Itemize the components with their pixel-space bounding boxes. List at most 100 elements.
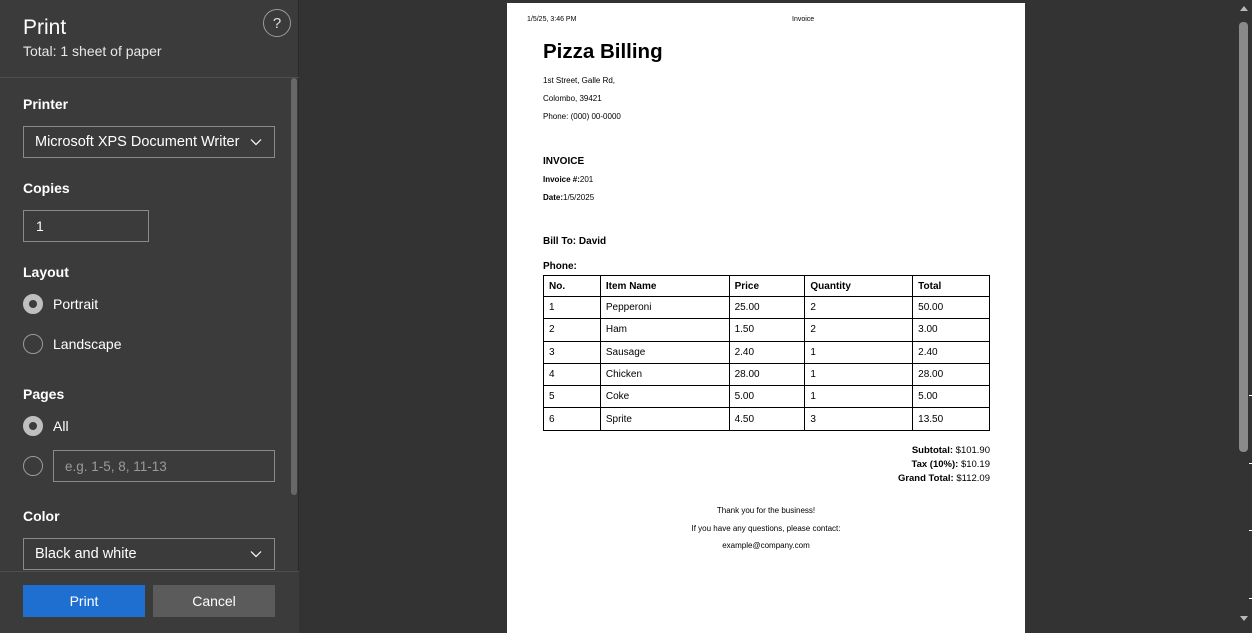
pages-range-input[interactable]: e.g. 1-5, 8, 11-13	[53, 450, 275, 482]
portrait-label: Portrait	[53, 296, 99, 312]
customer-phone-label: Phone:	[543, 261, 577, 272]
table-cell: Coke	[599, 385, 730, 409]
grand-total-label: Grand Total:	[897, 473, 954, 484]
table-cell: 5	[543, 385, 601, 409]
table-cell: 2.40	[728, 340, 806, 364]
invoice-items-table: No. Item Name Price Quantity Total 1 Pep…	[543, 275, 990, 431]
column-header: Item Name	[599, 275, 730, 297]
pages-custom-radio[interactable]	[23, 456, 43, 476]
grand-total-line: Grand Total: $112.09	[898, 472, 990, 486]
table-cell: 2	[804, 295, 914, 320]
panel-header: Print Total: 1 sheet of paper ?	[0, 0, 299, 78]
pages-label: Pages	[23, 386, 65, 402]
subtotal-value: $101.90	[955, 445, 990, 456]
layout-landscape-option[interactable]: Landscape	[23, 334, 122, 354]
table-cell: 50.00	[912, 295, 990, 320]
layout-portrait-option[interactable]: Portrait	[23, 294, 98, 314]
tax-value: $10.19	[960, 459, 990, 470]
pages-all-radio[interactable]	[23, 416, 43, 436]
table-row: 2 Ham 1.50 2 3.00	[543, 318, 990, 342]
color-select[interactable]: Black and white	[23, 538, 275, 570]
invoice-totals: Subtotal: $101.90 Tax (10%): $10.19 Gran…	[898, 444, 990, 486]
table-cell: 5.00	[728, 385, 806, 409]
table-cell: 5.00	[912, 385, 990, 409]
table-cell: 1	[543, 295, 601, 320]
column-header: Total	[912, 275, 990, 297]
bill-to: Bill To: David	[543, 236, 607, 247]
portrait-radio[interactable]	[23, 294, 43, 314]
printer-select[interactable]: Microsoft XPS Document Writer	[23, 126, 275, 158]
table-header-row: No. Item Name Price Quantity Total	[543, 275, 990, 297]
preview-page: 1/5/25, 3:46 PM Invoice Pizza Billing 1s…	[507, 3, 1025, 633]
pages-all-label: All	[53, 418, 69, 434]
invoice-number: Invoice #:201	[543, 175, 593, 184]
table-cell: 3.00	[912, 318, 990, 342]
table-cell: 2	[804, 318, 914, 342]
thank-you-note: Thank you for the business!	[716, 506, 816, 515]
table-cell: Ham	[599, 318, 730, 342]
scroll-down-icon[interactable]	[1240, 616, 1248, 621]
chevron-down-icon	[250, 551, 262, 558]
table-row: 4 Chicken 28.00 1 28.00	[543, 362, 990, 387]
column-header: Price	[728, 275, 806, 297]
preview-scrollbar[interactable]	[1236, 0, 1252, 633]
preview-scrollbar-thumb[interactable]	[1239, 22, 1248, 452]
help-icon: ?	[272, 14, 282, 32]
table-cell: 4.50	[728, 407, 806, 431]
tax-label: Tax (10%):	[911, 459, 959, 470]
table-cell: 28.00	[912, 362, 990, 387]
grand-total-value: $112.09	[956, 473, 990, 484]
invoice-heading: INVOICE	[543, 156, 585, 167]
table-cell: Chicken	[599, 362, 730, 387]
printer-label: Printer	[23, 96, 69, 112]
copies-value: 1	[36, 218, 44, 234]
pages-custom-option[interactable]	[23, 456, 43, 476]
cancel-button[interactable]: Cancel	[153, 585, 275, 617]
table-cell: 1	[804, 362, 914, 387]
panel-footer: Print Cancel	[0, 571, 299, 633]
table-cell: 6	[543, 407, 601, 431]
table-row: 1 Pepperoni 25.00 2 50.00	[543, 295, 990, 320]
dialog-title: Print	[23, 16, 67, 39]
column-header: No.	[543, 275, 601, 297]
address-line: 1st Street, Galle Rd,	[543, 76, 616, 85]
address-line: Colombo, 39421	[543, 94, 602, 103]
table-row: 6 Sprite 4.50 3 13.50	[543, 407, 990, 431]
invoice-company-name: Pizza Billing	[543, 40, 663, 63]
table-cell: 1	[804, 340, 914, 364]
table-cell: 3	[543, 340, 601, 364]
copies-label: Copies	[23, 180, 70, 196]
invoice-date: Date:1/5/2025	[543, 193, 594, 202]
settings-scroll-area[interactable]: Printer Microsoft XPS Document Writer Co…	[0, 79, 299, 571]
table-cell: 2.40	[912, 340, 990, 364]
print-preview-area[interactable]: 1/5/25, 3:46 PM Invoice Pizza Billing 1s…	[300, 0, 1252, 633]
invoice-number-label: Invoice #:	[543, 175, 580, 184]
table-cell: 4	[543, 362, 601, 387]
page-header-title: Invoice	[792, 16, 815, 23]
table-cell: 13.50	[912, 407, 990, 431]
print-button[interactable]: Print	[23, 585, 145, 617]
sheet-count: Total: 1 sheet of paper	[23, 43, 162, 59]
table-cell: 2	[543, 318, 601, 342]
invoice-number-value: 201	[579, 175, 594, 184]
company-phone: Phone: (000) 00-0000	[543, 112, 621, 121]
help-button[interactable]: ?	[263, 9, 291, 37]
landscape-radio[interactable]	[23, 334, 43, 354]
printer-value: Microsoft XPS Document Writer	[35, 134, 240, 150]
table-cell: Sprite	[599, 407, 730, 431]
table-cell: 1	[804, 385, 914, 409]
print-dialog: Print Total: 1 sheet of paper ? Printer …	[0, 0, 1252, 633]
print-settings-panel: Print Total: 1 sheet of paper ? Printer …	[0, 0, 299, 633]
table-cell: 1.50	[728, 318, 806, 342]
subtotal-line: Subtotal: $101.90	[898, 444, 990, 458]
table-cell: 3	[804, 407, 914, 431]
table-cell: 25.00	[728, 295, 806, 320]
invoice-date-label: Date:	[543, 193, 564, 202]
layout-label: Layout	[23, 264, 69, 280]
scroll-up-icon[interactable]	[1240, 6, 1248, 11]
pages-range-placeholder: e.g. 1-5, 8, 11-13	[65, 458, 167, 474]
copies-input[interactable]: 1	[23, 210, 149, 242]
table-cell: Sausage	[599, 340, 730, 364]
settings-scrollbar[interactable]	[291, 78, 297, 495]
pages-all-option[interactable]: All	[23, 416, 69, 436]
